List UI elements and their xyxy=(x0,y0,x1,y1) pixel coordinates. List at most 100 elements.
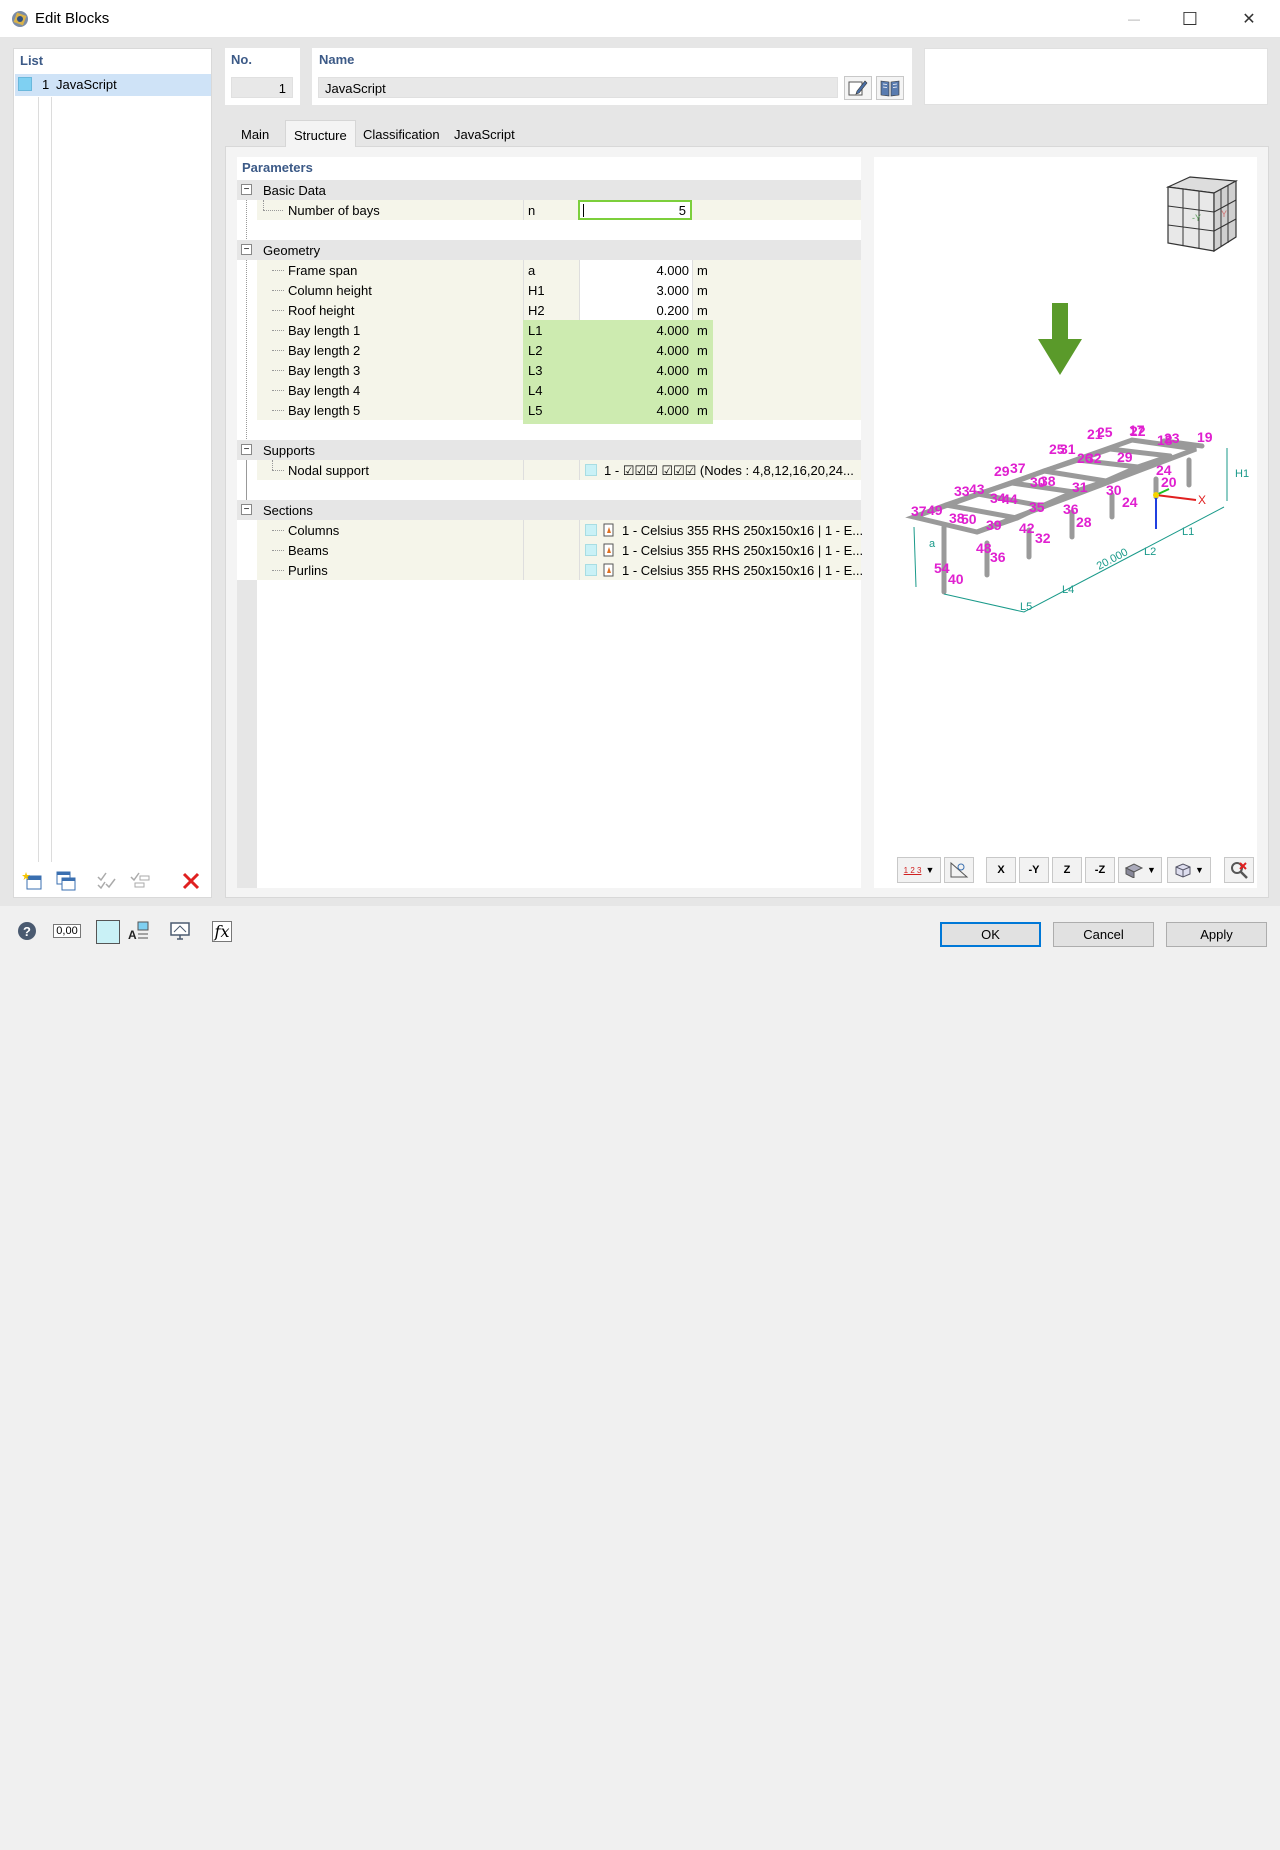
close-icon: ✕ xyxy=(1242,9,1255,29)
list-panel: List 1 JavaScript xyxy=(13,48,212,898)
svg-text:37: 37 xyxy=(1010,460,1026,476)
param-symbol: L1 xyxy=(528,323,542,338)
param-row-bay-length-2[interactable]: Bay length 2 L2 4.000 m xyxy=(237,340,861,360)
param-symbol: L3 xyxy=(528,363,542,378)
reset-zoom-button[interactable] xyxy=(1224,857,1254,883)
param-row-columns[interactable]: Columns 1 - Celsius 355 RHS 250x150x16 |… xyxy=(237,520,861,540)
param-name: Bay length 5 xyxy=(288,403,360,418)
svg-text:24: 24 xyxy=(1122,494,1138,510)
numbering-icon: 1 2 3 xyxy=(904,866,922,875)
apply-button[interactable]: Apply xyxy=(1166,922,1267,947)
svg-text:37: 37 xyxy=(911,503,927,519)
view-measure-button[interactable] xyxy=(944,857,974,883)
param-row-bay-length-3[interactable]: Bay length 3 L3 4.000 m xyxy=(237,360,861,380)
tree-line xyxy=(51,97,52,862)
axis-x-icon: X xyxy=(997,864,1004,876)
group-supports[interactable]: − Supports xyxy=(237,440,861,460)
view-z-button[interactable]: Z xyxy=(1052,857,1082,883)
ok-button[interactable]: OK xyxy=(940,922,1041,947)
axis-z-icon: Z xyxy=(1064,864,1071,876)
units-icon: 0,00 xyxy=(53,924,80,938)
collapse-icon[interactable]: − xyxy=(241,504,252,515)
param-unit: m xyxy=(697,263,708,278)
param-row-nodal-support[interactable]: Nodal support 1 - ☑☑☑ ☑☑☑ (Nodes : 4,8,1… xyxy=(237,460,861,480)
edit-name-button[interactable] xyxy=(844,76,872,100)
param-value: 4.000 xyxy=(579,343,689,358)
list-header: List xyxy=(20,53,43,68)
tree-line xyxy=(38,97,39,862)
axis-y-icon: -Y xyxy=(1029,864,1040,876)
function-button[interactable]: fx xyxy=(208,918,236,944)
section-swatch xyxy=(585,544,597,556)
param-row-roof-height[interactable]: Roof height H2 0.200 m xyxy=(237,300,861,320)
collapse-icon[interactable]: − xyxy=(241,444,252,455)
copy-item-button[interactable] xyxy=(52,868,80,894)
group-basic-data[interactable]: − Basic Data xyxy=(237,180,861,200)
check-all-button[interactable] xyxy=(93,868,121,894)
new-icon xyxy=(22,870,44,892)
group-label: Sections xyxy=(263,503,313,518)
param-row-bay-length-5[interactable]: Bay length 5 L5 4.000 m xyxy=(237,400,861,420)
param-row-bay-length-4[interactable]: Bay length 4 L4 4.000 m xyxy=(237,380,861,400)
list-item[interactable]: 1 JavaScript xyxy=(15,74,211,96)
param-row-bay-length-1[interactable]: Bay length 1 L1 4.000 m xyxy=(237,320,861,340)
tab-classification[interactable]: Classification xyxy=(355,120,448,146)
dimension-label: 20.000 xyxy=(1095,546,1130,572)
number-field[interactable]: 1 xyxy=(231,77,293,98)
view-neg-y-button[interactable]: -Y xyxy=(1019,857,1049,883)
list-item-label: JavaScript xyxy=(56,77,117,92)
param-row-beams[interactable]: Beams 1 - Celsius 355 RHS 250x150x16 | 1… xyxy=(237,540,861,560)
param-row-frame-span[interactable]: Frame span a 4.000 m xyxy=(237,260,861,280)
text-display-icon: A xyxy=(126,920,150,942)
comment-box[interactable] xyxy=(924,48,1268,105)
collapse-icon[interactable]: − xyxy=(241,244,252,255)
param-row-column-height[interactable]: Column height H1 3.000 m xyxy=(237,280,861,300)
text-display-button[interactable]: A xyxy=(124,918,152,944)
uncheck-button[interactable] xyxy=(126,868,154,894)
svg-text:36: 36 xyxy=(990,549,1006,565)
new-item-button[interactable] xyxy=(19,868,47,894)
units-button[interactable]: 0,00 xyxy=(52,918,82,944)
svg-text:39: 39 xyxy=(986,517,1002,533)
display-mode-dropdown[interactable]: ▼ xyxy=(1167,857,1211,883)
close-button[interactable]: ✕ xyxy=(1220,0,1278,38)
view-x-button[interactable]: X xyxy=(986,857,1016,883)
collapse-icon[interactable]: − xyxy=(241,184,252,195)
view-settings-button[interactable] xyxy=(166,918,194,944)
color-swatch-button[interactable] xyxy=(96,920,120,944)
structure-preview[interactable]: -Y Y 20.000 L2 L1 L4 L5 a H1 xyxy=(874,157,1257,888)
svg-text:40: 40 xyxy=(948,571,964,587)
param-row-purlins[interactable]: Purlins 1 - Celsius 355 RHS 250x150x16 |… xyxy=(237,560,861,580)
render-mode-dropdown[interactable]: ▼ xyxy=(1118,857,1162,883)
dimension-label: L5 xyxy=(1020,601,1032,613)
param-name: Nodal support xyxy=(288,463,369,478)
param-unit: m xyxy=(697,323,708,338)
delete-item-button[interactable] xyxy=(177,868,205,894)
group-label: Geometry xyxy=(263,243,320,258)
group-sections[interactable]: − Sections xyxy=(237,500,861,520)
help-button[interactable]: ? xyxy=(13,918,41,944)
view-cube-icon[interactable]: -Y Y xyxy=(1156,173,1242,253)
view-neg-z-button[interactable]: -Z xyxy=(1085,857,1115,883)
tab-javascript[interactable]: JavaScript xyxy=(446,120,523,146)
svg-text:43: 43 xyxy=(969,481,985,497)
minimize-button[interactable]: — xyxy=(1105,0,1163,38)
tab-main[interactable]: Main xyxy=(233,120,277,146)
number-of-bays-input[interactable]: 5 xyxy=(578,200,692,220)
svg-text:32: 32 xyxy=(1035,530,1051,546)
library-button[interactable] xyxy=(876,76,904,100)
group-geometry[interactable]: − Geometry xyxy=(237,240,861,260)
color-button[interactable] xyxy=(96,1826,120,1850)
numbering-dropdown[interactable]: 1 2 3 ▼ xyxy=(897,857,941,883)
param-value: 4.000 xyxy=(579,363,689,378)
name-field[interactable]: JavaScript xyxy=(318,77,838,98)
param-row-number-of-bays[interactable]: Number of bays n 5 xyxy=(237,200,861,220)
tab-structure[interactable]: Structure xyxy=(285,120,356,147)
parameters-grid: Parameters − Basic Data Number of bays n… xyxy=(237,157,861,888)
cancel-button[interactable]: Cancel xyxy=(1053,922,1154,947)
structure-model: 20.000 L2 L1 L4 L5 a H1 X 171819 2125 22… xyxy=(874,397,1257,617)
svg-text:49: 49 xyxy=(927,502,943,518)
section-icon xyxy=(603,563,615,577)
help-icon: ? xyxy=(16,920,38,942)
maximize-button[interactable]: ☐ xyxy=(1161,0,1219,38)
